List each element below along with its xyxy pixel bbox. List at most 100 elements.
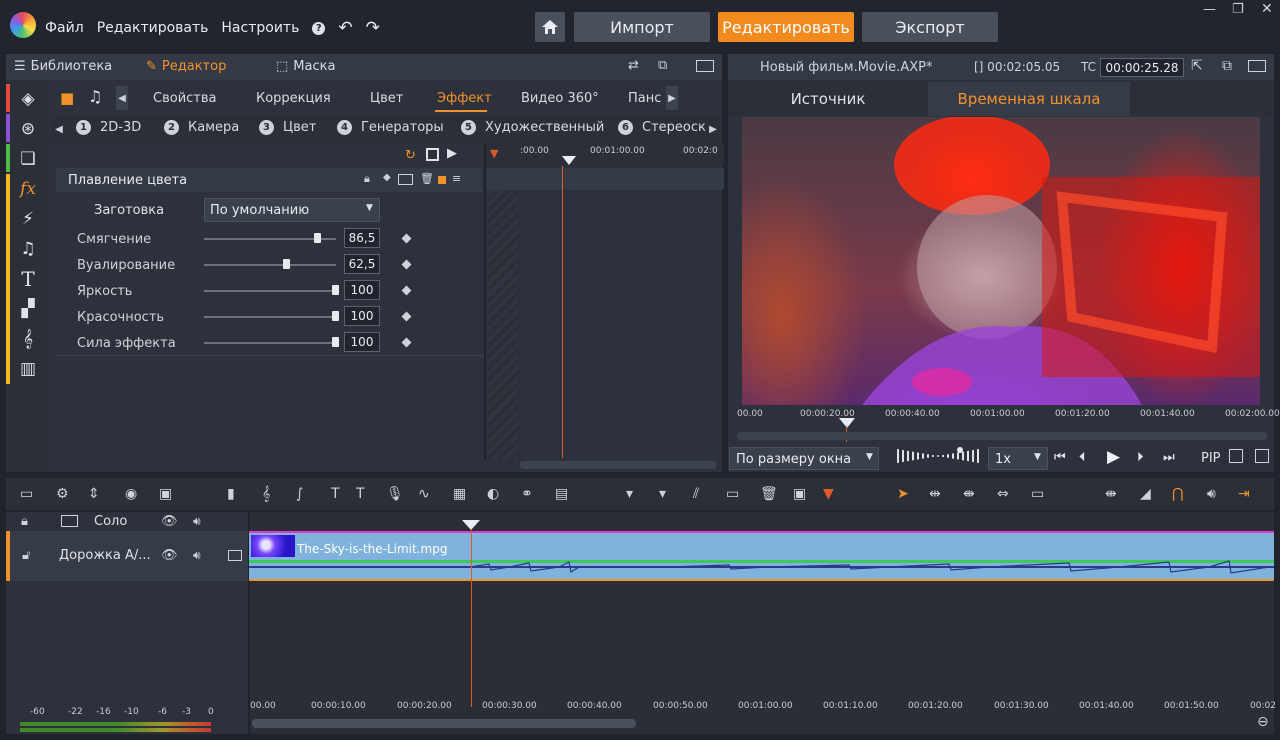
film-reel-icon[interactable]: ⊛ (8, 114, 48, 144)
track-layout-icon[interactable]: ▭ (20, 486, 33, 502)
save-preset-icon[interactable] (426, 148, 439, 161)
drag-handle-icon[interactable]: ≡ (452, 172, 461, 185)
export-button[interactable]: Экспорт (862, 12, 998, 42)
play-icon[interactable]: ▶ (1107, 447, 1120, 467)
video-camera-icon[interactable]: ■ (60, 89, 74, 107)
video-frame[interactable] (742, 117, 1260, 405)
slice-icon[interactable]: ⫽ (693, 486, 699, 502)
undock-preview-icon[interactable]: ⧉ (1222, 58, 1232, 74)
track-speaker-icon[interactable]: 🔊︎ (193, 548, 201, 563)
snapshot-icon[interactable]: ▣ (793, 486, 806, 502)
copies-icon[interactable]: ❏ (8, 144, 48, 174)
image-icon[interactable]: ▣ (159, 486, 172, 502)
piano-icon[interactable]: ▥ (8, 354, 48, 384)
lock-icon[interactable]: 🔒︎ (21, 514, 28, 529)
montage-icon[interactable]: ▞ (8, 294, 48, 324)
split-icon[interactable]: ▾ (626, 486, 633, 502)
trash-icon[interactable]: 🗑︎ (420, 172, 434, 185)
audio-ducking-icon[interactable]: ∿ (418, 486, 430, 502)
title-text-icon[interactable]: T (8, 264, 48, 294)
keyframe-icon[interactable]: ◆ (383, 172, 391, 183)
tab-mask[interactable]: ⬚ Маска (276, 59, 335, 74)
tab-video360[interactable]: Видео 360° (521, 91, 599, 106)
track-monitor-icon[interactable] (228, 550, 242, 561)
pip-button[interactable]: PIP (1201, 451, 1221, 466)
lock-icon[interactable]: 🔒︎ (364, 172, 370, 186)
help-icon[interactable]: ? (312, 21, 326, 35)
voiceover-icon[interactable]: 🎙︎ (386, 486, 404, 502)
tab-effect[interactable]: Эффект (437, 91, 492, 106)
scorefitter-icon[interactable]: 𝄞 (262, 486, 270, 502)
category-stereo[interactable]: 6 Стереоск (618, 120, 706, 135)
layout-icon[interactable] (696, 60, 714, 72)
layers-icon[interactable]: ◈ (8, 84, 48, 114)
param-value-field[interactable]: 100 (344, 332, 380, 352)
track-name[interactable]: Дорожка A/... (59, 548, 151, 563)
settings-icon[interactable]: ⚙ (56, 486, 69, 502)
undock-icon[interactable]: ⧉ (658, 58, 667, 73)
category-camera[interactable]: 2 Камера (164, 120, 239, 135)
tab-correction[interactable]: Коррекция (256, 91, 331, 106)
music-icon[interactable]: ♫ (8, 234, 48, 264)
param-slider-thumb[interactable] (332, 285, 339, 295)
param-keyframe-icon[interactable] (401, 233, 412, 244)
go-to-start-icon[interactable]: ⏮ (1054, 450, 1066, 465)
stopmotion-icon[interactable]: ▤ (555, 486, 568, 502)
color-icon[interactable]: ◐ (487, 486, 499, 502)
preview-scrub-bar[interactable] (737, 432, 1267, 440)
restore-icon[interactable]: ❐ (1232, 2, 1244, 17)
categories-scroll-right[interactable]: ▶ (706, 117, 720, 141)
smart-mode-icon[interactable]: ◢ (1140, 486, 1151, 502)
param-slider-thumb[interactable] (332, 337, 339, 347)
track-eye-icon[interactable]: 👁︎ (161, 548, 178, 563)
insert-icon[interactable]: ▭ (726, 486, 739, 502)
multicam-icon[interactable]: ▦ (453, 486, 466, 502)
marker-icon[interactable]: ▼ (490, 147, 498, 160)
disc-icon[interactable]: ◉ (125, 486, 137, 502)
marker-add-icon[interactable]: ▼ (823, 486, 834, 502)
param-slider-thumb[interactable] (332, 311, 339, 321)
razor-icon[interactable]: ▾ (659, 486, 666, 502)
reset-icon[interactable]: ↻ (405, 148, 416, 163)
param-value-field[interactable]: 62,5 (344, 254, 380, 274)
kf-playhead-handle[interactable] (562, 156, 576, 165)
trim-icon[interactable]: ⇹ (929, 486, 941, 502)
solo-label[interactable]: Соло (94, 514, 127, 529)
param-keyframe-icon[interactable] (401, 311, 412, 322)
shuttle-knob[interactable] (957, 447, 963, 453)
menu-settings[interactable]: Настроить (221, 20, 299, 36)
smart-movie-icon[interactable]: ∫ (296, 486, 303, 502)
speaker-icon[interactable]: 🔊︎ (193, 514, 201, 529)
category-artistic[interactable]: 5 Художественный (461, 120, 604, 135)
timeline-scrollbar[interactable] (252, 719, 636, 728)
tab-color[interactable]: Цвет (370, 91, 403, 106)
fullscreen-icon[interactable]: ⇱ (1191, 58, 1203, 74)
track-height-icon[interactable]: ⇕ (88, 486, 100, 502)
audio-scrub-icon[interactable]: 🔊︎ (1207, 486, 1216, 502)
redo-icon[interactable]: ↷ (366, 18, 380, 38)
menu-edit[interactable]: Редактировать (97, 20, 209, 36)
param-slider[interactable] (204, 290, 336, 292)
track-layout-icon[interactable] (61, 515, 78, 527)
3d-title-icon[interactable]: T (356, 486, 365, 502)
param-value-field[interactable]: 100 (344, 280, 380, 300)
tab-timeline[interactable]: Временная шкала (928, 82, 1130, 116)
blend-icon[interactable]: ⚭ (521, 486, 533, 502)
tabs-scroll-left[interactable]: ◀ (116, 86, 128, 110)
ripple-icon[interactable]: ⇼ (963, 486, 975, 502)
edit-mode-icon[interactable]: ⇥ (1238, 486, 1250, 502)
category-generators[interactable]: 4 Генераторы (337, 120, 444, 135)
track-header-a[interactable]: 🔓︎ Дорожка A/... 👁︎ 🔊︎ (6, 531, 248, 581)
magnet-icon[interactable]: ⋂ (1172, 486, 1183, 502)
preview-playhead-handle[interactable] (839, 418, 855, 428)
delete-icon[interactable]: 🗑︎ (760, 486, 778, 502)
score-icon[interactable]: 𝄞 (8, 324, 48, 354)
param-slider-thumb[interactable] (283, 259, 290, 269)
timeline-clip[interactable]: The-Sky-is-the-Limit.mpg (249, 531, 1274, 581)
eye-icon[interactable]: 👁︎ (161, 514, 178, 529)
kf-scrollbar[interactable] (520, 461, 716, 469)
color-swatch-icon[interactable] (438, 176, 446, 184)
menu-file[interactable]: Файл (45, 20, 84, 36)
param-keyframe-icon[interactable] (401, 285, 412, 296)
swap-icon[interactable]: ⇄ (628, 58, 639, 73)
